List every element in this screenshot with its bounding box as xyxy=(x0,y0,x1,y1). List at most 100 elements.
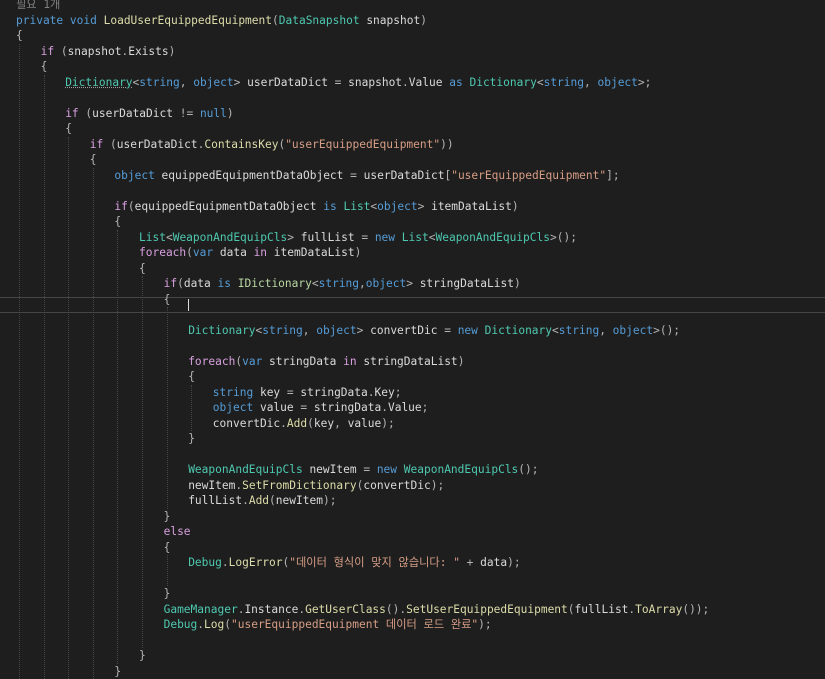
code-token: if xyxy=(90,138,103,151)
code-token: ( xyxy=(568,603,575,616)
code-line[interactable]: } xyxy=(188,431,195,447)
code-token: 필요 1개 xyxy=(16,0,60,11)
code-line[interactable]: object value = stringData.Value; xyxy=(213,400,429,416)
code-token: string xyxy=(319,277,359,290)
code-token: var xyxy=(193,246,213,259)
code-line[interactable]: Debug.LogError("데이터 형식이 맞지 않습니다: " + dat… xyxy=(188,555,520,571)
code-token: ( xyxy=(186,246,193,259)
code-token: , xyxy=(303,324,316,337)
code-token: new xyxy=(377,463,397,476)
code-line[interactable]: { xyxy=(114,214,121,230)
code-token: ) xyxy=(420,14,427,27)
code-line[interactable]: } xyxy=(164,509,171,525)
code-token: userDataDict xyxy=(364,169,445,182)
code-line[interactable]: if (snapshot.Exists) xyxy=(41,44,176,60)
code-line[interactable]: List<WeaponAndEquipCls> fullList = new L… xyxy=(139,230,577,246)
code-line[interactable]: { xyxy=(41,59,48,75)
code-token: convertDic xyxy=(370,324,437,337)
code-line[interactable]: object equippedEquipmentDataObject = use… xyxy=(114,168,619,184)
code-token: data xyxy=(184,277,211,290)
code-token xyxy=(397,463,404,476)
code-token: WeaponAndEquipCls xyxy=(188,463,303,476)
code-token: stringData xyxy=(314,401,381,414)
code-token: > xyxy=(287,231,300,244)
code-token: convertDic xyxy=(213,417,280,430)
code-token: , xyxy=(180,76,193,89)
code-token: , xyxy=(599,324,612,337)
code-line[interactable]: if(equippedEquipmentDataObject is List<o… xyxy=(114,199,518,215)
code-line[interactable]: { xyxy=(164,292,171,308)
code-token: > xyxy=(234,76,247,89)
code-token xyxy=(63,14,70,27)
code-token: ) xyxy=(227,107,234,120)
code-token: { xyxy=(16,29,23,42)
code-line[interactable]: if (userDataDict.ContainsKey("userEquipp… xyxy=(90,137,454,153)
code-line[interactable]: { xyxy=(188,369,195,385)
code-line[interactable]: { xyxy=(164,540,171,556)
code-token: { xyxy=(139,262,146,275)
code-line[interactable]: newItem.SetFromDictionary(convertDic); xyxy=(188,478,444,494)
code-line[interactable]: foreach(var data in itemDataList) xyxy=(139,245,361,261)
code-line[interactable]: GameManager.Instance.GetUserClass().SetU… xyxy=(164,602,710,618)
code-token xyxy=(247,246,254,259)
code-line[interactable]: if (userDataDict != null) xyxy=(65,106,233,122)
code-token: is xyxy=(218,277,231,290)
code-token: = xyxy=(355,231,375,244)
code-line[interactable]: else xyxy=(164,524,191,540)
code-token: } xyxy=(188,432,195,445)
code-token: Dictionary xyxy=(485,324,552,337)
code-token: if xyxy=(164,277,177,290)
code-token: = xyxy=(328,76,348,89)
code-token: ); xyxy=(507,556,520,569)
code-token: foreach xyxy=(188,355,235,368)
code-line[interactable]: foreach(var stringData in stringDataList… xyxy=(188,354,464,370)
code-token xyxy=(478,324,485,337)
code-token: Log xyxy=(204,618,224,631)
indent-guide xyxy=(167,307,168,509)
code-token: ; xyxy=(395,386,402,399)
current-line-highlight xyxy=(0,297,825,313)
code-line[interactable]: string key = stringData.Key; xyxy=(213,385,402,401)
code-token: GameManager xyxy=(164,603,238,616)
code-editor[interactable]: 필요 1개 private void LoadUserEquippedEquipm… xyxy=(0,0,825,671)
code-token: if xyxy=(41,45,54,58)
code-token: (). xyxy=(386,603,406,616)
code-line[interactable]: convertDic.Add(key, value); xyxy=(213,416,395,432)
code-token: DataSnapshot xyxy=(279,14,360,27)
code-line[interactable]: Debug.Log("userEquippedEquipment 데이터 로드 … xyxy=(164,617,492,633)
code-token: string xyxy=(559,324,599,337)
code-token: ); xyxy=(478,618,491,631)
code-line[interactable]: WeaponAndEquipCls newItem = new WeaponAn… xyxy=(188,462,538,478)
code-line[interactable]: private void LoadUserEquippedEquipment(D… xyxy=(16,13,427,29)
code-token: Value xyxy=(409,76,443,89)
code-token: ) xyxy=(458,355,465,368)
code-line[interactable]: { xyxy=(16,28,23,44)
code-line[interactable]: if(data is IDictionary<string,object> st… xyxy=(164,276,521,292)
code-token: newItem xyxy=(188,479,235,492)
code-token: Instance xyxy=(244,603,298,616)
code-token: Dictionary xyxy=(65,76,132,89)
code-line[interactable]: } xyxy=(114,664,121,679)
code-token: "userEquippedEquipment 데이터 로드 완료" xyxy=(231,618,478,631)
code-token: stringDataList xyxy=(357,355,458,368)
code-token: new xyxy=(375,231,395,244)
code-token: null xyxy=(200,107,227,120)
code-line[interactable]: { xyxy=(65,121,72,137)
code-token: ); xyxy=(323,494,336,507)
code-token: { xyxy=(164,293,171,306)
code-token: = xyxy=(437,324,457,337)
code-line[interactable]: { xyxy=(139,261,146,277)
code-line[interactable]: } xyxy=(164,586,171,602)
code-line[interactable]: fullList.Add(newItem); xyxy=(188,493,336,509)
code-token: value xyxy=(253,401,293,414)
code-token: . xyxy=(402,76,409,89)
code-token: >; xyxy=(638,76,651,89)
code-token: < xyxy=(166,231,173,244)
code-token: . xyxy=(381,401,388,414)
code-line[interactable]: } xyxy=(139,648,146,664)
code-token: itemDataList xyxy=(431,200,512,213)
code-line[interactable]: Dictionary<string, object> convertDic = … xyxy=(188,323,680,339)
code-line[interactable]: Dictionary<string, object> userDataDict … xyxy=(65,75,651,91)
code-line[interactable]: { xyxy=(90,152,97,168)
code-line[interactable]: 필요 1개 xyxy=(16,0,60,13)
